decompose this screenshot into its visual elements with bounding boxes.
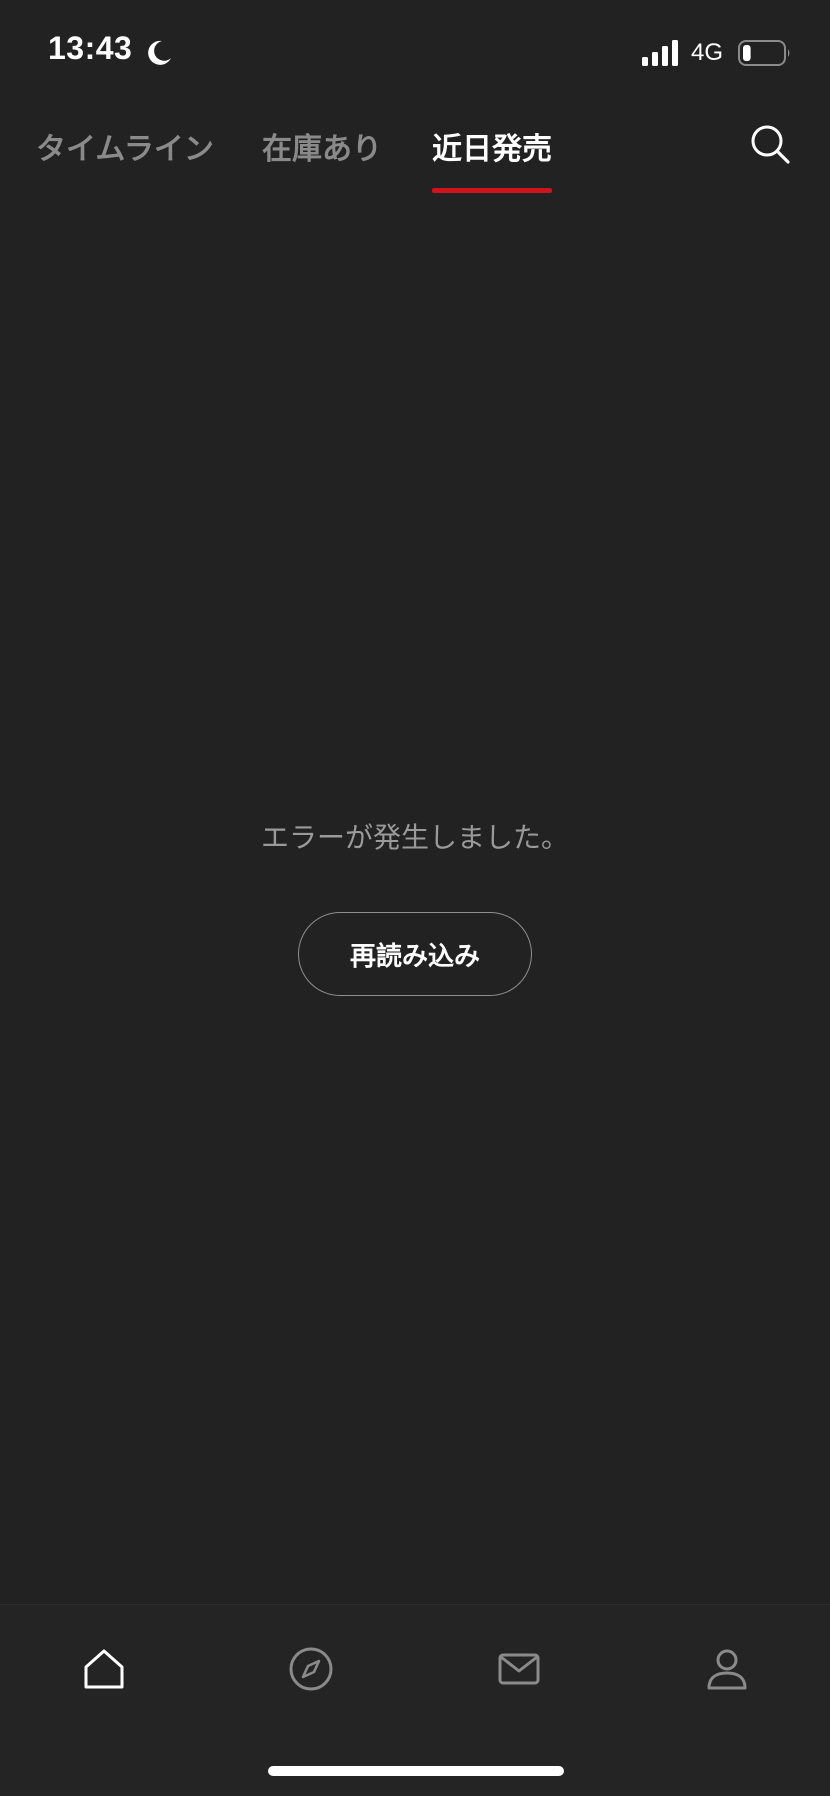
network-label: 4G [691,39,724,66]
nav-messages[interactable] [489,1639,549,1699]
nav-profile[interactable] [697,1639,757,1699]
battery-icon [738,40,790,66]
tab-upcoming-release[interactable]: 近日発売 [432,124,552,168]
tab-in-stock[interactable]: 在庫あり [262,124,382,168]
tab-timeline[interactable]: タイムライン [36,124,214,168]
mail-icon [498,1653,540,1685]
home-icon [84,1649,124,1689]
home-indicator[interactable] [268,1766,564,1776]
active-tab-indicator [432,188,552,193]
status-time: 13:43 [48,30,133,66]
nav-home[interactable] [74,1639,134,1699]
screen: 13:43 4G タイムライン 在庫あり 近日発売 エラーが発生しました。 再読… [0,0,830,1796]
person-icon [707,1649,747,1690]
nav-explore[interactable] [281,1639,341,1699]
status-bar: 13:43 4G [0,0,830,100]
reload-button[interactable]: 再読み込み [298,912,532,996]
signal-icon [642,40,678,66]
compass-icon [289,1647,333,1691]
top-tab-bar: タイムライン 在庫あり 近日発売 [0,110,830,200]
error-message: エラーが発生しました。 [260,821,569,854]
search-icon[interactable] [748,122,792,166]
moon-icon [148,40,171,65]
